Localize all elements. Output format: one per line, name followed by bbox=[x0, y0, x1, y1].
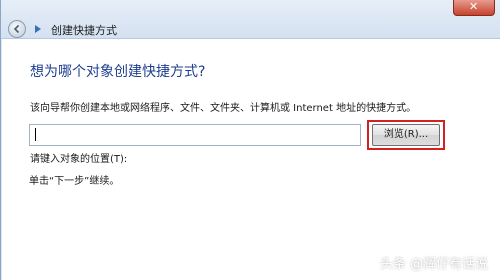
back-arrow-icon bbox=[13, 24, 20, 34]
back-button[interactable] bbox=[8, 20, 26, 38]
text-caret bbox=[35, 128, 36, 141]
wizard-content: 想为哪个对象创建快捷方式? 该向导帮你创建本地或网络程序、文件、文件夹、计算机或… bbox=[2, 39, 500, 280]
page-heading: 想为哪个对象创建快捷方式? bbox=[30, 64, 206, 80]
close-button[interactable]: ✕ bbox=[453, 0, 495, 16]
continue-hint: 单击“下一步”继续。 bbox=[29, 176, 120, 187]
wizard-description: 该向导帮你创建本地或网络程序、文件、文件夹、计算机或 Internet 地址的快… bbox=[30, 103, 417, 114]
shortcut-wizard-icon bbox=[35, 25, 41, 33]
location-input[interactable] bbox=[29, 124, 361, 146]
location-label: 请键入对象的位置(T): bbox=[30, 154, 128, 165]
browse-button[interactable]: 浏览(R)... bbox=[372, 124, 440, 146]
navigation-bar: 创建快捷方式 ✕ bbox=[1, 0, 500, 39]
watermark: 头条 @辉仔有话说 bbox=[379, 257, 488, 272]
close-icon: ✕ bbox=[469, 0, 479, 13]
window-title: 创建快捷方式 bbox=[51, 24, 117, 37]
wizard-window: 创建快捷方式 ✕ 想为哪个对象创建快捷方式? 该向导帮你创建本地或网络程序、文件… bbox=[0, 0, 500, 280]
